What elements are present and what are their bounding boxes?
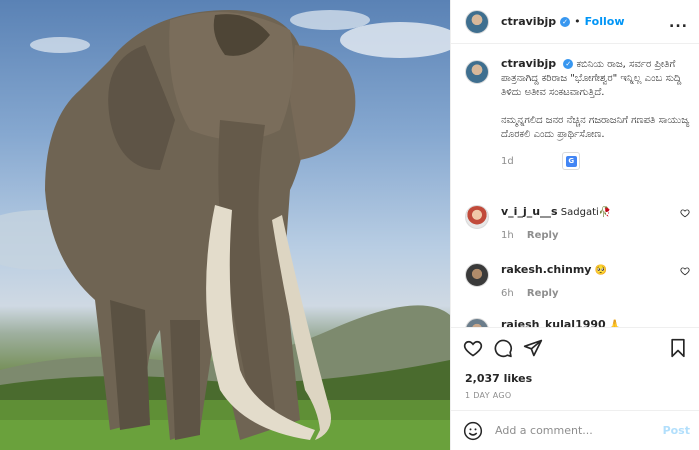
comment-text: rajesh_kulal1990 🙏 (501, 318, 690, 327)
comment-meta: 1h Reply (501, 230, 690, 241)
comment-text: v_i_j_u__s Sadgati🥀 (501, 205, 690, 220)
commenter-avatar[interactable] (465, 263, 489, 287)
action-icons (463, 338, 688, 360)
heart-icon[interactable] (463, 338, 483, 358)
post-caption: ctravibjp ✓ ಕಬಿನಿಯ ರಾಜ, ಸರ್ವರ ಪ್ರೀತಿಗೆ ಪ… (465, 57, 690, 170)
add-comment-input[interactable] (495, 424, 655, 437)
caption-time[interactable]: 1d (501, 156, 514, 167)
comment-meta: 6h Reply (501, 288, 690, 299)
verified-badge-icon: ✓ (560, 16, 571, 27)
header-separator: • (574, 15, 581, 28)
comment-text: rakesh.chinmy 🥺 (501, 263, 690, 278)
comment-item: v_i_j_u__s Sadgati🥀 1h Reply (465, 205, 690, 241)
instagram-post: ctravibjp ✓ • Follow ... ctravibjp ✓ ಕಬಿ… (0, 0, 699, 450)
post-side-panel: ctravibjp ✓ • Follow ... ctravibjp ✓ ಕಬಿ… (450, 0, 699, 450)
author-avatar[interactable] (465, 9, 489, 34)
post-comment-button[interactable]: Post (663, 424, 690, 437)
caption-text: ctravibjp ✓ ಕಬಿನಿಯ ರಾಜ, ಸರ್ವರ ಪ್ರೀತಿಗೆ ಪ… (501, 57, 690, 142)
post-timestamp[interactable]: 1 DAY AGO (465, 391, 511, 400)
comment-item: rakesh.chinmy 🥺 6h Reply (465, 263, 690, 299)
comment-content: 🙏 (608, 320, 622, 327)
reply-button[interactable]: Reply (527, 230, 559, 241)
commenter-username[interactable]: v_i_j_u__s (501, 205, 558, 218)
comment-content: 🥺 (594, 265, 608, 276)
caption-verified-icon: ✓ (563, 59, 574, 69)
post-photo[interactable] (0, 0, 450, 450)
post-header: ctravibjp ✓ • Follow ... (451, 0, 699, 44)
comment-content: Sadgati🥀 (560, 207, 612, 218)
caption-username[interactable]: ctravibjp (501, 57, 556, 70)
bookmark-icon[interactable] (668, 338, 688, 358)
comment-time[interactable]: 6h (501, 288, 514, 299)
likes-count[interactable]: 2,037 likes (465, 372, 532, 385)
caption-avatar[interactable] (465, 60, 489, 84)
caption-paragraph-2: ನಮ್ಮನ್ನಗಲಿದ ಜನರ ನೆಚ್ಚಿನ ಗಜರಾಜನಿಗೆ ಗಣಪತಿ … (501, 115, 690, 140)
add-comment-bar: Post (451, 410, 699, 450)
comment-icon[interactable] (493, 338, 513, 358)
share-icon[interactable] (523, 338, 543, 358)
comment-like-heart-icon[interactable] (680, 266, 690, 276)
caption-meta: 1d G (501, 152, 690, 170)
comment-item: rajesh_kulal1990 🙏 (465, 318, 690, 327)
author-username[interactable]: ctravibjp (501, 15, 556, 28)
comment-time[interactable]: 1h (501, 230, 514, 241)
emoji-icon[interactable] (463, 421, 483, 441)
commenter-username[interactable]: rakesh.chinmy (501, 263, 591, 276)
commenter-avatar[interactable] (465, 205, 489, 229)
reply-button[interactable]: Reply (527, 288, 559, 299)
elephant-illustration (0, 10, 450, 450)
more-options-icon[interactable]: ... (669, 15, 688, 31)
commenter-avatar[interactable] (465, 318, 489, 327)
translate-icon[interactable]: G (561, 152, 580, 170)
follow-button[interactable]: Follow (585, 15, 625, 28)
commenter-username[interactable]: rajesh_kulal1990 (501, 318, 606, 327)
comments-list[interactable]: ctravibjp ✓ ಕಬಿನಿಯ ರಾಜ, ಸರ್ವರ ಪ್ರೀತಿಗೆ ಪ… (451, 45, 699, 327)
comment-like-heart-icon[interactable] (680, 208, 690, 218)
